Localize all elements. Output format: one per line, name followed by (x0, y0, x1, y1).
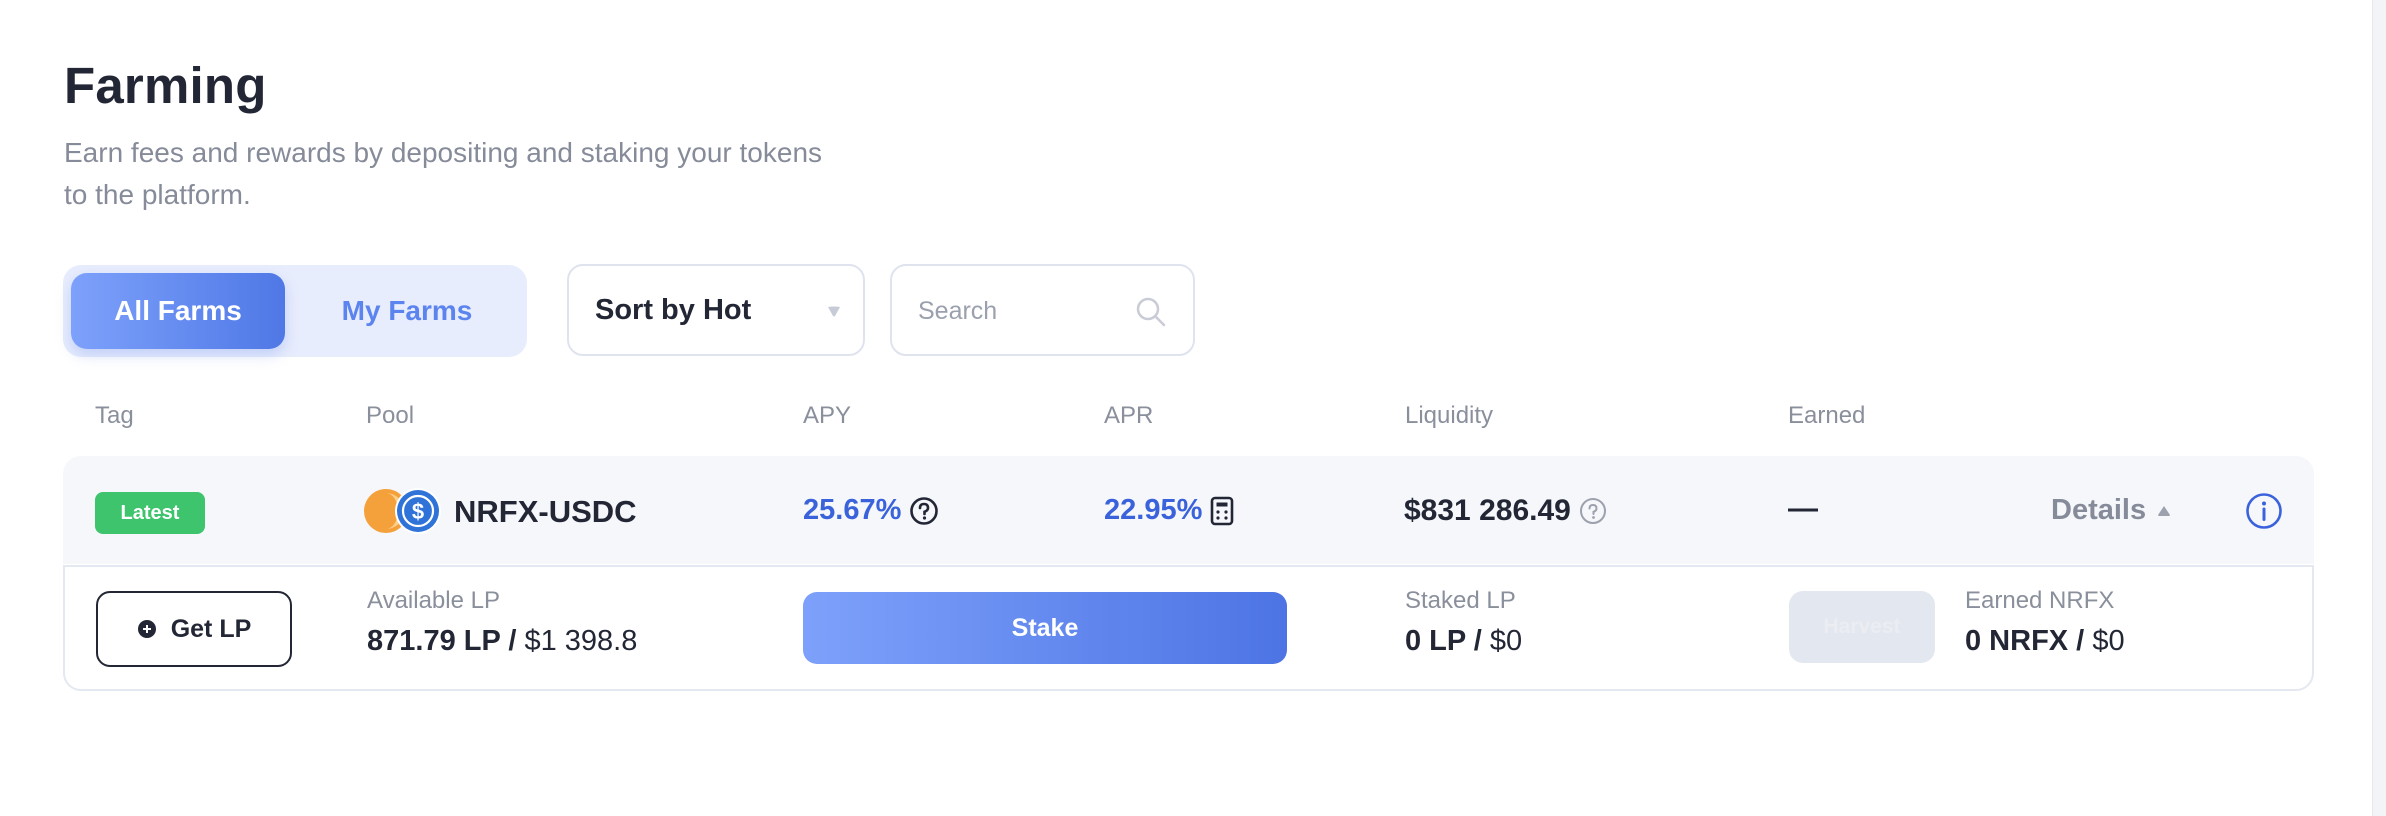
sort-label: Sort by Hot (595, 293, 752, 326)
token-pair-icons: $ (364, 488, 441, 534)
page-subtitle: Earn fees and rewards by depositing and … (64, 137, 823, 210)
question-circle-icon[interactable] (909, 496, 939, 526)
apr-text: 22.95% (1104, 494, 1203, 526)
staked-lp-value: 0 LP / $0 (1405, 625, 1522, 658)
search-icon[interactable] (1135, 296, 1167, 328)
tag-badge: Latest (95, 492, 205, 534)
column-header-tag: Tag (95, 402, 134, 429)
search-box[interactable] (890, 264, 1195, 356)
question-circle-icon[interactable] (1579, 497, 1607, 525)
available-lp-amount: 871.79 LP / (367, 625, 517, 657)
chevron-icon (2156, 503, 2172, 519)
svg-text:$: $ (412, 499, 424, 524)
get-lp-label: Get LP (170, 614, 252, 643)
column-header-earned: Earned (1788, 402, 1866, 429)
earned-nrfx-value: 0 NRFX / $0 (1965, 625, 2125, 658)
farm-detail-panel: Get LP Available LP 871.79 LP / $1 398.8… (63, 565, 2314, 691)
details-toggle[interactable]: Details (2051, 494, 2172, 527)
caret-down-icon (828, 306, 840, 317)
farm-filter-tabs: All Farms My Farms (63, 265, 527, 357)
staked-lp-label: Staked LP (1405, 587, 1516, 614)
get-lp-button[interactable]: Get LP (96, 591, 292, 667)
staked-lp-usd: $0 (1489, 625, 1523, 657)
apr-value: 22.95% (1104, 494, 1234, 527)
liquidity-value: $831 286.49 (1404, 494, 1607, 528)
details-label: Details (2051, 494, 2147, 526)
available-lp-value: 871.79 LP / $1 398.8 (367, 625, 637, 658)
earned-nrfx-label: Earned NRFX (1965, 587, 2115, 614)
sort-dropdown[interactable]: Sort by Hot (567, 264, 865, 356)
tab-all-farms[interactable]: All Farms (71, 273, 285, 349)
window-edge (2372, 0, 2386, 816)
column-header-apy: APY (803, 402, 852, 429)
staked-lp-amount: 0 LP / (1405, 625, 1482, 657)
info-circle-icon[interactable] (2245, 492, 2283, 535)
search-input[interactable] (916, 288, 1130, 334)
liquidity-text: $831 286.49 (1404, 494, 1571, 527)
usdc-token-icon: $ (395, 488, 441, 534)
farm-row[interactable]: Latest $ NRFX-USDC 25.67% 22.95% $831 28… (63, 456, 2314, 564)
earned-value: — (1788, 492, 1818, 525)
earned-nrfx-usd: $0 (2092, 625, 2125, 657)
pool-pair-name: NRFX-USDC (454, 494, 637, 529)
column-header-liquidity: Liquidity (1405, 402, 1494, 429)
column-header-apr: APR (1104, 402, 1154, 429)
harvest-button[interactable]: Harvest (1789, 591, 1935, 663)
stake-button[interactable]: Stake (803, 592, 1287, 664)
apy-text: 25.67% (803, 494, 902, 526)
available-lp-label: Available LP (367, 587, 500, 614)
apy-value: 25.67% (803, 494, 939, 527)
column-header-pool: Pool (366, 402, 415, 429)
earned-nrfx-amount: 0 NRFX / (1965, 625, 2085, 657)
available-lp-usd: $1 398.8 (524, 625, 638, 657)
tab-my-farms[interactable]: My Farms (295, 273, 519, 349)
plus-circle-icon (137, 619, 157, 639)
calculator-icon[interactable] (1210, 496, 1234, 526)
page-title: Farming (64, 57, 267, 114)
